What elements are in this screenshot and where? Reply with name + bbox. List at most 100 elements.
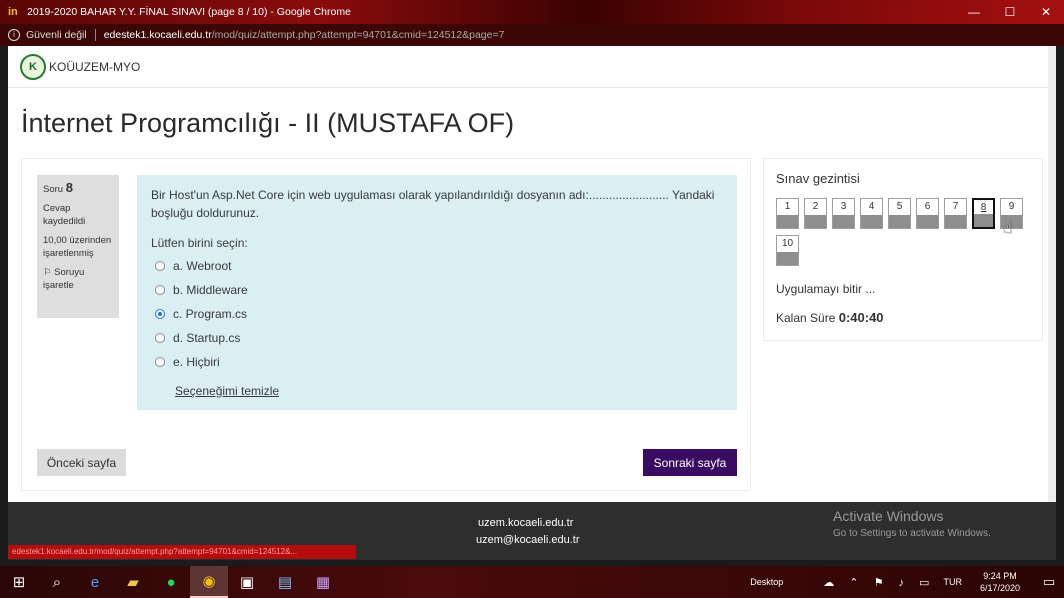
app-icon: in xyxy=(8,6,18,18)
next-page-button[interactable]: Sonraki sayfa xyxy=(643,449,737,476)
previous-page-button[interactable]: Önceki sayfa xyxy=(37,449,126,476)
quiz-page-number[interactable]: 2 xyxy=(805,199,826,215)
flag-icon[interactable]: ⚐ xyxy=(43,267,52,278)
taskbar: ⊞ ⌕ e ▰ ● ◉ ▣ ▤ ▦ Desktop ☁ ⌃ ⚑ ♪ ▭ TUR … xyxy=(0,566,1064,598)
answer-label[interactable]: e. Hiçbiri xyxy=(173,355,220,369)
quiz-page-button[interactable]: 5 xyxy=(888,198,911,229)
system-tray: Desktop ☁ ⌃ ⚑ ♪ ▭ TUR 9:24 PM 6/17/2020 … xyxy=(750,566,1064,598)
page-title: İnternet Programcılığı - II (MUSTAFA OF) xyxy=(21,108,515,138)
footer-site-link[interactable]: uzem.kocaeli.edu.tr xyxy=(478,517,573,529)
quiz-page-number[interactable]: 4 xyxy=(861,199,882,215)
quiz-page-button[interactable]: 1 xyxy=(776,198,799,229)
answer-list: a. Webroot b. Middleware c. Program.cs d… xyxy=(151,254,723,374)
quiz-page-button[interactable]: 4 xyxy=(860,198,883,229)
document-app-icon[interactable]: ▤ xyxy=(266,566,304,598)
quiz-page-number[interactable]: 3 xyxy=(833,199,854,215)
question-score: 10,00 üzerinden işaretlenmiş xyxy=(43,235,112,259)
activate-windows-watermark: Activate Windows Go to Settings to activ… xyxy=(833,508,991,539)
quiz-page-button[interactable]: 3 xyxy=(832,198,855,229)
radio-button[interactable] xyxy=(155,285,165,295)
divider xyxy=(94,29,96,41)
clear-choice-link[interactable]: Seçeneğimi temizle xyxy=(175,384,279,398)
quiz-page-number[interactable]: 1 xyxy=(777,199,798,215)
notification-icon[interactable]: ▭ xyxy=(1034,574,1064,590)
radio-button-selected[interactable] xyxy=(155,309,165,319)
quiz-page-button-current[interactable]: 8 xyxy=(972,198,995,229)
quiz-page-buttons: 1 2 3 4 5 6 7 8 9 10 xyxy=(776,198,1036,272)
quiz-page-button[interactable]: 2 xyxy=(804,198,827,229)
answer-label[interactable]: c. Program.cs xyxy=(173,307,247,321)
answered-marker xyxy=(833,215,854,228)
search-icon[interactable]: ⌕ xyxy=(38,566,76,598)
quiz-page-number[interactable]: 9 xyxy=(1001,199,1022,215)
screen-recorder-icon[interactable]: ▣ xyxy=(228,566,266,598)
question-status: Cevap kaydedildi xyxy=(43,203,86,227)
clock-date[interactable]: 6/17/2020 xyxy=(980,582,1020,594)
info-icon[interactable]: i xyxy=(8,29,20,41)
spotify-icon[interactable]: ● xyxy=(152,566,190,598)
quiz-page-button[interactable]: 7 xyxy=(944,198,967,229)
question-number: Soru 8 xyxy=(43,181,113,196)
quiz-page-number[interactable]: 6 xyxy=(917,199,938,215)
watermark-line2: Go to Settings to activate Windows. xyxy=(833,528,991,539)
page-scrollbar[interactable] xyxy=(1048,46,1056,502)
question-region: Soru 8 Cevap kaydedildi 10,00 üzerinden … xyxy=(21,158,751,491)
maximize-button[interactable]: ☐ xyxy=(992,0,1028,24)
answered-marker xyxy=(974,214,993,227)
quiz-page-button[interactable]: 6 xyxy=(916,198,939,229)
answered-marker xyxy=(917,215,938,228)
minimize-button[interactable]: — xyxy=(956,0,992,24)
answered-marker xyxy=(777,215,798,228)
desktop-toolbar-label[interactable]: Desktop xyxy=(750,577,783,587)
quiz-page-number[interactable]: 5 xyxy=(889,199,910,215)
clock[interactable]: 9:24 PM 6/17/2020 xyxy=(980,570,1020,594)
quiz-page-number[interactable]: 7 xyxy=(945,199,966,215)
answer-label[interactable]: d. Startup.cs xyxy=(173,331,240,345)
university-logo-icon[interactable]: K xyxy=(20,53,46,80)
close-button[interactable]: ✕ xyxy=(1028,0,1064,24)
answer-option-a[interactable]: a. Webroot xyxy=(151,254,723,278)
question-info: Soru 8 Cevap kaydedildi 10,00 üzerinden … xyxy=(37,175,119,318)
window-titlebar: in 2019-2020 BAHAR Y.Y. FİNAL SINAVI (pa… xyxy=(0,0,1064,24)
radio-button[interactable] xyxy=(155,357,165,367)
answer-option-d[interactable]: d. Startup.cs xyxy=(151,326,723,350)
radio-button[interactable] xyxy=(155,261,165,271)
answer-option-b[interactable]: b. Middleware xyxy=(151,278,723,302)
quiz-page-button[interactable]: 10 xyxy=(776,235,799,266)
answer-label[interactable]: a. Webroot xyxy=(173,259,231,273)
security-label[interactable]: Güvenli değil xyxy=(26,29,87,41)
radio-button[interactable] xyxy=(155,333,165,343)
answer-prompt: Lütfen birini seçin: xyxy=(151,236,248,250)
web-page: K KOÜUZEM-MYO İnternet Programcılığı - I… xyxy=(8,46,1056,502)
windows-start-icon[interactable]: ⊞ xyxy=(0,566,38,598)
site-name[interactable]: KOÜUZEM-MYO xyxy=(49,60,140,74)
edge-browser-icon[interactable]: e xyxy=(76,566,114,598)
timer-label: Kalan Süre xyxy=(776,311,836,325)
flag-question[interactable]: ⚐ Soruyu işaretle xyxy=(43,266,113,292)
clock-time[interactable]: 9:24 PM xyxy=(980,570,1020,582)
answered-marker xyxy=(777,252,798,265)
language-indicator[interactable]: TUR xyxy=(943,577,962,587)
watermark-line1: Activate Windows xyxy=(833,508,944,524)
url-host[interactable]: edestek1.kocaeli.edu.tr xyxy=(104,29,212,41)
url-path[interactable]: /mod/quiz/attempt.php?attempt=94701&cmid… xyxy=(212,29,505,41)
media-app-icon[interactable]: ▦ xyxy=(304,566,342,598)
question-text: Bir Host'un Asp.Net Core için web uygula… xyxy=(151,188,715,220)
footer-email-link[interactable]: uzem@kocaeli.edu.tr xyxy=(476,534,580,546)
status-url-bubble: edestek1.kocaeli.edu.tr/mod/quiz/attempt… xyxy=(8,545,356,559)
quiz-navigation: Sınav gezintisi 1 2 3 4 5 6 7 8 9 10 Uyg… xyxy=(763,158,1043,341)
answered-marker xyxy=(861,215,882,228)
answer-option-e[interactable]: e. Hiçbiri xyxy=(151,350,723,374)
finish-attempt-link[interactable]: Uygulamayı bitir ... xyxy=(776,282,1030,296)
address-bar[interactable]: i Güvenli değil edestek1.kocaeli.edu.tr … xyxy=(0,24,1064,46)
site-header: K KOÜUZEM-MYO xyxy=(8,46,1056,88)
tray-icons[interactable]: ☁ ⌃ ⚑ ♪ ▭ xyxy=(823,576,935,589)
quiz-page-number[interactable]: 10 xyxy=(777,236,798,252)
answered-marker xyxy=(945,215,966,228)
file-explorer-icon[interactable]: ▰ xyxy=(114,566,152,598)
question-number-value: 8 xyxy=(65,180,73,195)
answer-label[interactable]: b. Middleware xyxy=(173,283,248,297)
answer-option-c[interactable]: c. Program.cs xyxy=(151,302,723,326)
chrome-icon[interactable]: ◉ xyxy=(190,566,228,598)
timer-value: 0:40:40 xyxy=(838,310,884,325)
